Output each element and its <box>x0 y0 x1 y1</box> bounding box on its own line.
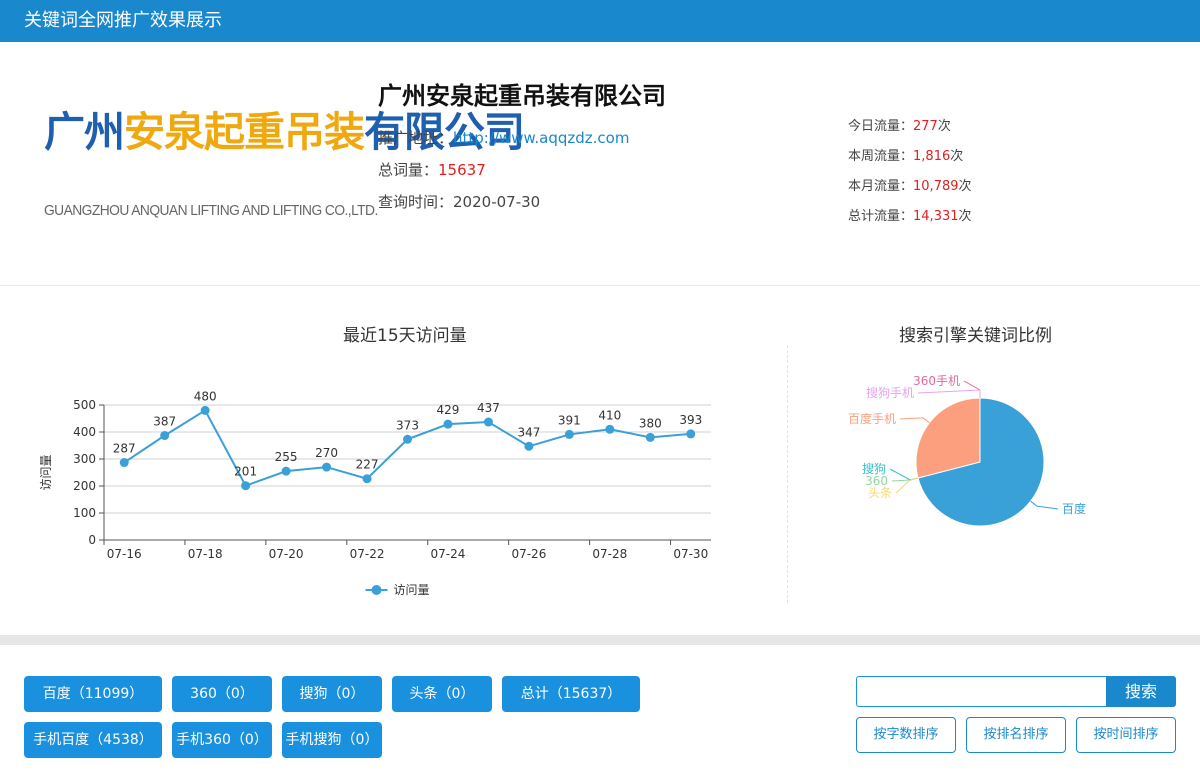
engine-pie-chart: 百度360搜狗头条百度手机360手机搜狗手机 <box>848 374 1086 527</box>
data-label: 227 <box>356 458 379 472</box>
line-chart-title: 最近15天访问量 <box>343 326 467 346</box>
legend-marker <box>371 585 382 595</box>
total-words-value: 15637 <box>438 161 486 179</box>
query-time-value: 2020-07-30 <box>453 193 541 211</box>
data-point <box>524 441 534 451</box>
stat-month: 本月流量：10,789次 <box>848 179 972 194</box>
data-label: 437 <box>477 401 500 415</box>
page-header-bar: 关键词全网推广效果展示 <box>0 0 1200 42</box>
data-label: 387 <box>153 415 176 429</box>
section-divider <box>0 635 1200 645</box>
data-point <box>200 405 210 415</box>
data-point <box>443 419 453 429</box>
keyword-search-input[interactable] <box>856 676 1106 707</box>
pie-slice-label: 头条 <box>868 486 892 500</box>
data-point <box>483 417 493 427</box>
data-point <box>605 424 615 434</box>
data-label: 480 <box>194 389 217 403</box>
sort-by-rank-button[interactable]: 按排名排序 <box>966 717 1066 753</box>
promo-url-line: 推广地址：http://www.aqqzdz.com <box>378 129 630 147</box>
data-point <box>564 429 574 439</box>
data-label: 380 <box>639 416 662 430</box>
data-label: 410 <box>598 408 621 422</box>
y-tick-label: 100 <box>73 506 96 520</box>
x-tick-label: 07-28 <box>592 547 627 561</box>
data-point <box>160 431 170 441</box>
y-tick-label: 300 <box>73 452 96 466</box>
company-info: 广州安泉起重吊装有限公司 推广地址：http://www.aqqzdz.com … <box>378 76 666 223</box>
data-label: 255 <box>275 450 298 464</box>
company-header: 广州安泉起重吊装有限公司 GUANGZHOU ANQUAN LIFTING AN… <box>0 42 1200 286</box>
engine-filter-panel: 百度（11099） 360（0） 搜狗（0） 头条（0） 总计（15637） 手… <box>0 645 1200 773</box>
promo-url-link[interactable]: http://www.aqqzdz.com <box>453 129 629 147</box>
data-point <box>241 481 251 491</box>
stat-total: 总计流量：14,331次 <box>848 209 972 224</box>
pie-label-line <box>917 389 981 398</box>
x-tick-label: 07-30 <box>673 547 708 561</box>
company-name: 广州安泉起重吊装有限公司 <box>378 82 666 110</box>
y-tick-label: 500 <box>73 398 96 412</box>
stat-today: 今日流量：277次 <box>848 119 951 134</box>
filter-sogou-button[interactable]: 搜狗（0） <box>282 676 382 712</box>
y-tick-label: 200 <box>73 479 96 493</box>
pie-label-line <box>963 380 981 398</box>
y-tick-label: 0 <box>88 533 96 547</box>
x-tick-label: 07-26 <box>511 547 546 561</box>
data-point <box>362 474 372 484</box>
page-header-title: 关键词全网推广效果展示 <box>24 10 222 31</box>
pie-slice-label: 搜狗手机 <box>866 385 914 400</box>
logo-en-text: GUANGZHOU ANQUAN LIFTING AND LIFTING CO.… <box>44 202 378 219</box>
data-point <box>281 466 291 476</box>
pie-slice-label: 搜狗 <box>862 461 886 476</box>
legend-label: 访问量 <box>394 583 430 597</box>
pie-chart-title: 搜索引擎关键词比例 <box>899 326 1052 346</box>
search-button[interactable]: 搜索 <box>1106 676 1176 707</box>
pie-label-line <box>1030 500 1059 510</box>
charts-section: 最近15天访问量 0 100 200 300 400 500 访问量 07-16 07-18 07… <box>0 287 1200 635</box>
pie-label-line <box>899 417 930 424</box>
pie-slice-label: 百度 <box>1062 501 1086 516</box>
filter-mobile-baidu-button[interactable]: 手机百度（4538） <box>24 722 162 758</box>
data-point <box>686 429 696 439</box>
data-label: 429 <box>437 403 460 417</box>
traffic-stats: 今日流量：277次 本周流量：1,816次 本月流量：10,789次 总计流量：… <box>848 116 972 236</box>
stat-week: 本周流量：1,816次 <box>848 149 964 164</box>
visits-line-chart: 0 100 200 300 400 500 访问量 07-16 07-18 07-20 07-22 0… <box>39 389 711 597</box>
x-tick-label: 07-20 <box>269 547 304 561</box>
data-point <box>645 432 655 442</box>
filter-toutiao-button[interactable]: 头条（0） <box>392 676 492 712</box>
data-label: 393 <box>679 413 702 427</box>
y-axis-label: 访问量 <box>39 454 53 490</box>
filter-baidu-button[interactable]: 百度（11099） <box>24 676 162 712</box>
data-label: 373 <box>396 418 419 432</box>
x-tick-label: 07-24 <box>431 547 466 561</box>
data-label: 201 <box>234 465 257 479</box>
data-point <box>119 458 129 468</box>
filter-mobile-360-button[interactable]: 手机360（0） <box>172 722 272 758</box>
data-point <box>322 462 332 472</box>
pie-slice-label: 360手机 <box>913 374 960 388</box>
data-label: 287 <box>113 442 136 456</box>
y-tick-label: 400 <box>73 425 96 439</box>
filter-total-button[interactable]: 总计（15637） <box>502 676 640 712</box>
x-tick-label: 07-18 <box>188 547 223 561</box>
filter-360-button[interactable]: 360（0） <box>172 676 272 712</box>
data-label: 347 <box>517 425 540 439</box>
filter-mobile-sogou-button[interactable]: 手机搜狗（0） <box>282 722 382 758</box>
x-tick-label: 07-16 <box>107 547 142 561</box>
data-label: 270 <box>315 446 338 460</box>
query-time-line: 查询时间：2020-07-30 <box>378 193 541 211</box>
chart-divider <box>787 345 788 603</box>
data-label: 391 <box>558 413 581 427</box>
x-tick-label: 07-22 <box>350 547 385 561</box>
pie-slice-label: 百度手机 <box>848 411 896 426</box>
data-point <box>403 434 412 444</box>
sort-by-chars-button[interactable]: 按字数排序 <box>856 717 956 753</box>
sort-by-time-button[interactable]: 按时间排序 <box>1076 717 1176 753</box>
total-words-line: 总词量：15637 <box>378 161 486 179</box>
pie-label-line <box>889 468 919 481</box>
company-logo: 广州安泉起重吊装有限公司 GUANGZHOU ANQUAN LIFTING AN… <box>44 92 525 242</box>
